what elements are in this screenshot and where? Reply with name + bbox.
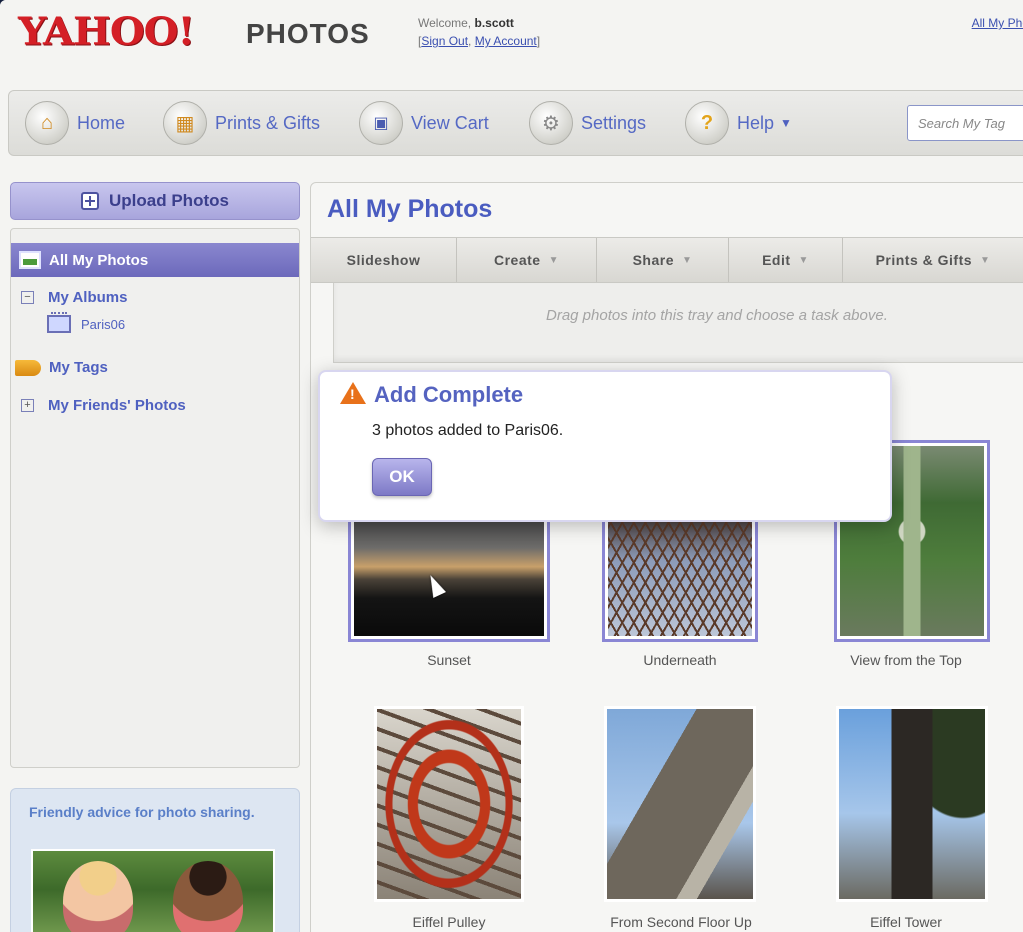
yahoo-logo[interactable]: YAHOO! <box>18 9 195 54</box>
sidebar-item-label: My Albums <box>48 289 128 306</box>
gift-icon: ▦ <box>163 101 207 145</box>
tray-message: Drag photos into this tray and choose a … <box>546 307 888 324</box>
photo-image <box>377 709 521 899</box>
all-my-photos-top-link[interactable]: All My Pho <box>972 16 1023 30</box>
top-header: YAHOO! PHOTOS Welcome, b.scott [Sign Out… <box>0 0 1023 88</box>
advice-panel: Friendly advice for photo sharing. <box>10 788 300 932</box>
warning-icon <box>340 382 366 404</box>
sidebar-item-label: All My Photos <box>49 251 149 269</box>
photo-caption: View from the Top <box>850 652 962 668</box>
photo-image <box>607 709 753 899</box>
sidebar: All My Photos − My Albums Paris06 My Tag… <box>10 228 300 768</box>
photo-caption: Eiffel Pulley <box>412 914 486 930</box>
photo-icon <box>19 251 41 269</box>
photos-logo-text[interactable]: PHOTOS <box>246 18 370 50</box>
sidebar-item-friends-photos[interactable]: + My Friends' Photos <box>21 397 186 414</box>
upload-photos-label: Upload Photos <box>109 191 229 210</box>
photo-image <box>608 510 752 636</box>
dialog-message: 3 photos added to Paris06. <box>372 422 564 439</box>
photo-thumbnail-underneath[interactable] <box>602 504 758 642</box>
nav-help[interactable]: ? Help ▼ <box>685 101 792 145</box>
chevron-down-icon: ▼ <box>780 116 792 130</box>
chevron-down-icon: ▼ <box>798 254 809 266</box>
photo-thumbnail-eiffel-tower[interactable] <box>836 706 988 902</box>
chevron-down-icon: ▼ <box>682 254 693 266</box>
expand-icon[interactable]: + <box>21 399 34 412</box>
wrench-icon: ⚙ <box>529 101 573 145</box>
photo-caption: Sunset <box>427 652 471 668</box>
page-title: All My Photos <box>327 195 493 223</box>
photo-tray[interactable]: Drag photos into this tray and choose a … <box>333 283 1023 363</box>
sidebar-item-paris06[interactable]: Paris06 <box>47 312 126 333</box>
ok-button[interactable]: OK <box>372 458 432 496</box>
sidebar-item-label: My Friends' Photos <box>48 397 186 414</box>
photo-caption: Eiffel Tower <box>870 914 942 930</box>
dialog-title: Add Complete <box>374 382 524 407</box>
child-figure <box>173 861 243 932</box>
advice-link[interactable]: Friendly advice for photo sharing. <box>29 803 269 821</box>
photo-caption: From Second Floor Up <box>610 914 752 930</box>
chevron-down-icon: ▼ <box>548 254 559 266</box>
welcome-label: Welcome, <box>418 16 472 30</box>
username: b.scott <box>474 16 514 30</box>
sidebar-item-all-my-photos[interactable]: All My Photos <box>11 243 299 277</box>
collapse-icon[interactable]: − <box>21 291 34 304</box>
prints-gifts-menu-button[interactable]: Prints & Gifts ▼ <box>843 238 1023 282</box>
share-menu-button[interactable]: Share ▼ <box>597 238 729 282</box>
sidebar-item-my-tags[interactable]: My Tags <box>15 359 108 376</box>
photo-caption: Underneath <box>643 652 717 668</box>
tag-icon <box>15 359 41 376</box>
main-nav-bar: ⌂ Home ▦ Prints & Gifts ▣ View Cart ⚙ Se… <box>8 90 1023 156</box>
sign-out-link[interactable]: Sign Out <box>421 34 468 48</box>
search-input[interactable]: Search My Tag <box>907 105 1023 141</box>
upload-photos-button[interactable]: Upload Photos <box>10 182 300 220</box>
browser-screen: YAHOO! PHOTOS Welcome, b.scott [Sign Out… <box>0 0 1023 932</box>
photo-thumbnail-sunset[interactable] <box>348 504 550 642</box>
nav-view-cart-label: View Cart <box>411 112 489 133</box>
create-label: Create <box>494 252 541 268</box>
sidebar-item-my-albums[interactable]: − My Albums <box>21 289 127 306</box>
nav-help-label: Help <box>737 112 775 133</box>
nav-view-cart[interactable]: ▣ View Cart <box>359 101 489 145</box>
photo-thumbnail-second-floor[interactable] <box>604 706 756 902</box>
photo-image <box>839 709 985 899</box>
help-icon: ? <box>685 101 729 145</box>
create-menu-button[interactable]: Create ▼ <box>457 238 597 282</box>
nav-home-label: Home <box>77 112 126 133</box>
add-complete-dialog: Add Complete 3 photos added to Paris06. … <box>318 370 892 522</box>
nav-home[interactable]: ⌂ Home <box>25 101 125 145</box>
nav-settings[interactable]: ⚙ Settings <box>529 101 646 145</box>
edit-label: Edit <box>762 252 791 268</box>
share-label: Share <box>632 252 674 268</box>
sidebar-item-label: Paris06 <box>81 316 126 332</box>
photo-image <box>354 510 544 636</box>
nav-prints-gifts-label: Prints & Gifts <box>215 112 321 133</box>
nav-settings-label: Settings <box>581 112 647 133</box>
edit-menu-button[interactable]: Edit ▼ <box>729 238 843 282</box>
photo-toolbar: Slideshow Create ▼ Share ▼ Edit ▼ Prints & … <box>311 237 1023 283</box>
slideshow-label: Slideshow <box>346 252 421 268</box>
prints-gifts-label: Prints & Gifts <box>875 252 973 268</box>
chevron-down-icon: ▼ <box>980 254 991 266</box>
photo-thumbnail-eiffel-pulley[interactable] <box>374 706 524 902</box>
upload-icon <box>81 192 100 210</box>
welcome-block: Welcome, b.scott [Sign Out, My Account] <box>418 16 541 48</box>
advice-photo <box>31 849 275 932</box>
child-figure <box>63 861 133 932</box>
my-account-link[interactable]: My Account <box>475 34 537 48</box>
cart-icon: ▣ <box>359 101 403 145</box>
slideshow-button[interactable]: Slideshow <box>311 238 457 282</box>
nav-prints-gifts[interactable]: ▦ Prints & Gifts <box>163 101 320 145</box>
album-icon <box>47 312 71 333</box>
sidebar-item-label: My Tags <box>49 359 108 376</box>
home-icon: ⌂ <box>25 101 69 145</box>
